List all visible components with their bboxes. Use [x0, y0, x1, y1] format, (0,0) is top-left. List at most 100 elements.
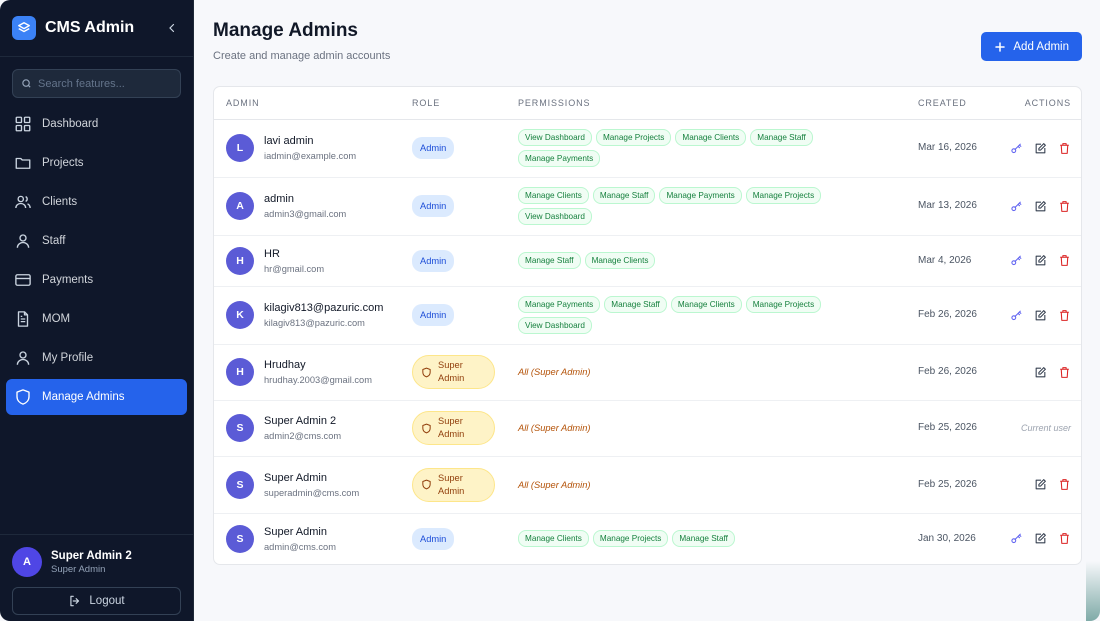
user-role: Super Admin — [51, 563, 106, 575]
edit-button[interactable] — [1033, 254, 1047, 268]
permission-tag: Manage Payments — [518, 150, 601, 167]
folder-icon — [15, 157, 31, 169]
permission-tag: Manage Clients — [518, 187, 589, 204]
edit-button[interactable] — [1033, 141, 1047, 155]
credit-card-icon — [15, 274, 31, 286]
column-header-admin: ADMIN — [214, 87, 400, 120]
shield-icon — [422, 367, 431, 377]
sidebar: CMS Admin Dashboard Projects Clients — [0, 0, 194, 621]
delete-button[interactable] — [1057, 254, 1071, 268]
app-window: CMS Admin Dashboard Projects Clients — [0, 0, 1100, 621]
sidebar-item-label: Clients — [42, 196, 78, 208]
admin-email: hrudhay.2003@gmail.com — [264, 375, 372, 385]
created-date: Feb 25, 2026 — [918, 478, 977, 490]
permission-list: Manage Clients Manage Projects Manage Staf… — [518, 530, 848, 548]
sidebar-item-label: MOM — [42, 313, 71, 325]
admin-cell: S Super Admin 2 admin2@cms.com — [226, 414, 388, 442]
edit-button[interactable] — [1033, 532, 1047, 546]
key-icon — [1010, 200, 1023, 213]
permission-all-text: All (Super Admin) — [518, 423, 591, 433]
grid-icon — [15, 116, 31, 132]
role-label: Super Admin — [438, 416, 465, 439]
permission-tag: Manage Payments — [659, 187, 742, 204]
delete-button[interactable] — [1057, 478, 1071, 492]
permission-tag: Manage Staff — [518, 252, 581, 269]
role-label: Super Admin — [438, 360, 465, 383]
role-badge: Admin — [412, 304, 455, 326]
sidebar-item-mom[interactable]: MOM — [6, 301, 187, 337]
trash-icon — [1058, 309, 1071, 322]
created-date: Feb 26, 2026 — [918, 366, 977, 377]
edit-icon — [1034, 200, 1047, 213]
sidebar-item-staff[interactable]: Staff — [6, 223, 187, 259]
permission-tag: Manage Projects — [745, 187, 822, 204]
role-badge: Admin — [412, 249, 455, 272]
shield-icon — [16, 389, 30, 405]
avatar: S — [226, 414, 254, 442]
permissions-button[interactable] — [1009, 254, 1023, 268]
add-admin-label: Add Admin — [1013, 40, 1069, 53]
edit-button[interactable] — [1033, 365, 1047, 379]
logout-label: Logout — [89, 595, 125, 607]
add-admin-button[interactable]: Add Admin — [981, 32, 1082, 61]
admin-email: hr@gmail.com — [264, 263, 325, 274]
sidebar-item-my-profile[interactable]: My Profile — [6, 340, 187, 376]
admin-email: superadmin@cms.com — [264, 487, 360, 498]
permission-tag: View Dashboard — [518, 129, 592, 146]
created-date: Mar 16, 2026 — [918, 142, 977, 153]
created-date: Mar 4, 2026 — [918, 254, 972, 266]
sidebar-item-dashboard[interactable]: Dashboard — [6, 106, 187, 142]
admin-cell: H HR hr@gmail.com — [226, 246, 388, 275]
delete-button[interactable] — [1057, 308, 1071, 322]
page-title: Manage Admins — [213, 20, 358, 41]
trash-icon — [1058, 142, 1071, 155]
row-actions — [1008, 365, 1071, 379]
row-actions — [1008, 254, 1071, 268]
table-header-row: ADMIN ROLE PERMISSIONS CREATED ACTIONS — [214, 87, 1081, 120]
sidebar-item-clients[interactable]: Clients — [6, 184, 187, 220]
logout-button[interactable]: Logout — [12, 587, 181, 615]
sidebar-item-projects[interactable]: Projects — [6, 145, 187, 181]
avatar: K — [226, 301, 254, 329]
delete-button[interactable] — [1057, 141, 1071, 155]
row-actions — [1008, 141, 1071, 155]
admin-name: HR — [264, 247, 280, 260]
sidebar-item-manage-admins[interactable]: Manage Admins — [6, 379, 187, 415]
permission-all-text: All (Super Admin) — [518, 479, 591, 490]
permission-tag: Manage Payments — [518, 296, 601, 313]
shield-icon — [422, 479, 431, 490]
sidebar-nav: Dashboard Projects Clients Staff Payment… — [0, 106, 193, 534]
permissions-button[interactable] — [1009, 199, 1023, 213]
permission-tag: Manage Projects — [745, 296, 822, 313]
collapse-sidebar-button[interactable] — [163, 19, 181, 37]
permission-list: Manage Staff Manage Clients — [518, 252, 848, 269]
admin-email: iadmin@example.com — [264, 151, 357, 161]
permission-tag: Manage Projects — [595, 129, 672, 146]
row-actions — [1008, 308, 1071, 322]
admin-name: Super Admin — [264, 471, 327, 484]
permission-tag: Manage Staff — [750, 129, 813, 146]
permissions-button[interactable] — [1009, 532, 1023, 546]
sidebar-item-payments[interactable]: Payments — [6, 262, 187, 298]
sidebar-item-label: My Profile — [42, 352, 94, 364]
permission-list: View Dashboard Manage Projects Manage Clie… — [518, 129, 848, 167]
feature-search[interactable] — [12, 69, 181, 98]
delete-button[interactable] — [1057, 532, 1071, 546]
admin-cell: Llavi admin iadmin@example.com — [226, 134, 388, 162]
plus-icon — [995, 41, 1006, 52]
edit-button[interactable] — [1033, 308, 1047, 322]
edit-button[interactable] — [1033, 199, 1047, 213]
table-row: H Hrudhay hrudhay.2003@gmail.com Super Admi… — [214, 344, 1081, 401]
delete-button[interactable] — [1057, 365, 1071, 379]
key-icon — [1010, 254, 1023, 267]
permissions-button[interactable] — [1009, 141, 1023, 155]
edit-icon — [1034, 309, 1047, 322]
edit-icon — [1034, 366, 1047, 379]
edit-button[interactable] — [1033, 478, 1047, 492]
role-badge: Super Admin — [412, 411, 495, 445]
permission-tag: View Dashboard — [518, 317, 592, 334]
admin-email: admin3@gmail.com — [264, 209, 347, 219]
permissions-button[interactable] — [1009, 308, 1023, 322]
delete-button[interactable] — [1057, 199, 1071, 213]
search-input[interactable] — [38, 77, 168, 90]
